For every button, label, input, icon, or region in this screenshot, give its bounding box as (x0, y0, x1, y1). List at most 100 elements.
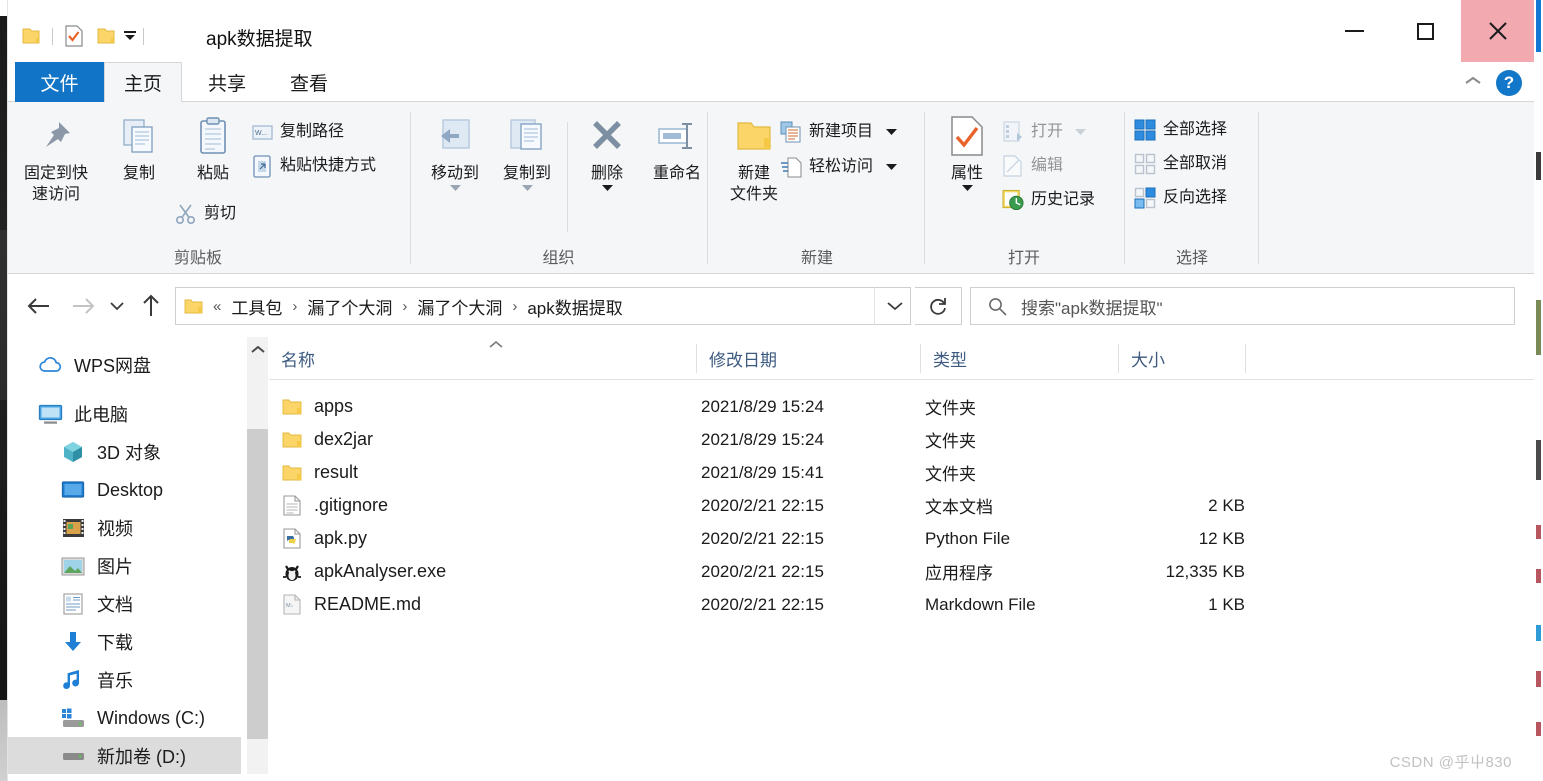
title-bar: apk数据提取 (8, 0, 1534, 62)
column-divider-4[interactable] (1245, 344, 1246, 373)
breadcrumb-overflow[interactable]: « (206, 298, 228, 315)
copy-to-button[interactable]: 复制到 (491, 114, 563, 192)
forward-button[interactable] (68, 291, 98, 321)
tab-home[interactable]: 主页 (104, 62, 182, 103)
paste-shortcut-icon (251, 154, 273, 178)
breadcrumb-item-1[interactable]: 漏了个大洞 (304, 294, 395, 319)
file-name-cell[interactable]: M↓ README.md (281, 593, 421, 617)
delete-button[interactable]: 删除 (574, 114, 640, 192)
help-button[interactable]: ? (1496, 70, 1522, 96)
tab-view[interactable]: 查看 (270, 62, 348, 102)
copy-path-button[interactable]: W... 复制路径 (251, 120, 344, 144)
table-row[interactable]: apkAnalyser.exe 2020/2/21 22:15 应用程序 12,… (269, 555, 1534, 588)
breadcrumb-item-3[interactable]: apk数据提取 (524, 294, 625, 319)
qat-customize-caret-icon[interactable] (122, 26, 138, 46)
folder-icon (281, 428, 303, 452)
svg-text:M↓: M↓ (286, 603, 294, 609)
nav-item-desktop[interactable]: Desktop (8, 471, 241, 509)
nav-item-3d-objects[interactable]: 3D 对象 (8, 433, 241, 471)
file-name-cell[interactable]: apk.py (281, 527, 367, 551)
collapse-ribbon-button[interactable] (1464, 74, 1482, 92)
nav-item-videos[interactable]: 视频 (8, 509, 241, 547)
file-name-cell[interactable]: .gitignore (281, 494, 388, 518)
pin-to-quick-access-button[interactable]: 固定到快 速访问 (18, 114, 94, 205)
table-row[interactable]: M↓ README.md 2020/2/21 22:15 Markdown Fi… (269, 588, 1534, 621)
nav-item-this-pc[interactable]: 此电脑 (8, 395, 241, 433)
search-box[interactable]: 搜索"apk数据提取" (970, 287, 1515, 325)
paste-shortcut-button[interactable]: 粘贴快捷方式 (251, 154, 376, 178)
column-header-date[interactable]: 修改日期 (697, 337, 920, 380)
address-dropdown-button[interactable] (874, 287, 914, 325)
address-folder-icon (184, 296, 206, 316)
pictures-icon (60, 554, 86, 578)
tab-file[interactable]: 文件 (15, 62, 104, 103)
easy-access-button[interactable]: 轻松访问 (780, 155, 898, 179)
file-type-cell: 文件夹 (925, 465, 976, 484)
copy-button[interactable]: 复制 (101, 114, 177, 184)
address-breadcrumb-bar[interactable]: « 工具包 › 漏了个大洞 › 漏了个大洞 › apk数据提取 (175, 287, 911, 325)
copy-to-caret-icon[interactable] (521, 184, 533, 192)
nav-item-music[interactable]: 音乐 (8, 661, 241, 699)
nav-item-windows-c[interactable]: Windows (C:) (8, 699, 241, 737)
table-row[interactable]: apk.py 2020/2/21 22:15 Python File 12 KB (269, 522, 1534, 555)
minimize-button[interactable] (1319, 0, 1390, 62)
file-name-cell[interactable]: apkAnalyser.exe (281, 560, 446, 584)
nav-item-pictures[interactable]: 图片 (8, 547, 241, 585)
file-name-cell[interactable]: result (281, 461, 358, 485)
tab-share[interactable]: 共享 (188, 62, 266, 102)
file-name-cell[interactable]: dex2jar (281, 428, 373, 452)
open-button[interactable]: 打开 (1002, 120, 1087, 144)
navigation-scrollbar[interactable] (241, 337, 268, 774)
recent-locations-button[interactable] (106, 291, 128, 321)
delete-caret-icon[interactable] (601, 184, 613, 192)
breadcrumb-sep-1[interactable]: › (395, 298, 414, 315)
breadcrumb-sep-0[interactable]: › (285, 298, 304, 315)
refresh-button[interactable] (915, 287, 962, 325)
new-item-caret-icon[interactable] (886, 128, 898, 136)
table-row[interactable]: dex2jar 2021/8/29 15:24 文件夹 (269, 423, 1534, 456)
scroll-up-button[interactable] (247, 337, 268, 361)
edit-button[interactable]: 编辑 (1002, 154, 1063, 178)
breadcrumb-item-2[interactable]: 漏了个大洞 (414, 294, 505, 319)
search-input[interactable]: 搜索"apk数据提取" (1021, 294, 1162, 319)
open-caret-icon[interactable] (1075, 128, 1087, 136)
invert-selection-button[interactable]: 反向选择 (1134, 186, 1227, 210)
move-to-button[interactable]: 移动到 (419, 114, 491, 192)
rename-button[interactable]: 重命名 (639, 114, 715, 184)
select-none-button[interactable]: 全部取消 (1134, 152, 1227, 176)
close-button[interactable] (1461, 0, 1534, 62)
folder-icon[interactable] (20, 25, 42, 47)
paste-button[interactable]: 粘贴 (175, 114, 251, 184)
column-header-type[interactable]: 类型 (921, 337, 1118, 380)
copy-icon (117, 114, 161, 158)
column-header-name[interactable]: 名称 (269, 337, 696, 380)
select-group-title: 选择 (1175, 250, 1208, 267)
back-button[interactable] (24, 291, 54, 321)
up-button[interactable] (136, 291, 166, 321)
new-item-button[interactable]: 新建项目 (780, 120, 898, 144)
new-folder-icon[interactable] (95, 25, 117, 47)
breadcrumb-sep-2[interactable]: › (505, 298, 524, 315)
easy-access-caret-icon[interactable] (886, 163, 898, 171)
nav-item-documents[interactable]: 文档 (8, 585, 241, 623)
select-all-button[interactable]: 全部选择 (1134, 118, 1227, 142)
scrollbar-thumb[interactable] (247, 429, 268, 739)
cut-button[interactable]: 剪切 (175, 202, 236, 226)
properties-check-icon[interactable] (63, 25, 85, 47)
nav-item-wps[interactable]: WPS网盘 (8, 346, 241, 384)
breadcrumb-item-0[interactable]: 工具包 (228, 294, 285, 319)
properties-button[interactable]: 属性 (934, 114, 1000, 192)
file-name-cell[interactable]: apps (281, 395, 353, 419)
table-row[interactable]: apps 2021/8/29 15:24 文件夹 (269, 390, 1534, 423)
properties-caret-icon[interactable] (961, 184, 973, 192)
scissors-icon (175, 202, 197, 226)
table-row[interactable]: .gitignore 2020/2/21 22:15 文本文档 2 KB (269, 489, 1534, 522)
column-header-size[interactable]: 大小 (1119, 337, 1246, 380)
history-button[interactable]: 历史记录 (1002, 188, 1095, 212)
move-to-caret-icon[interactable] (449, 184, 461, 192)
nav-item-new-volume-d[interactable]: 新加卷 (D:) (8, 737, 241, 774)
nav-label-videos: 视频 (97, 519, 133, 539)
table-row[interactable]: result 2021/8/29 15:41 文件夹 (269, 456, 1534, 489)
nav-item-downloads[interactable]: 下载 (8, 623, 241, 661)
maximize-button[interactable] (1390, 0, 1461, 62)
